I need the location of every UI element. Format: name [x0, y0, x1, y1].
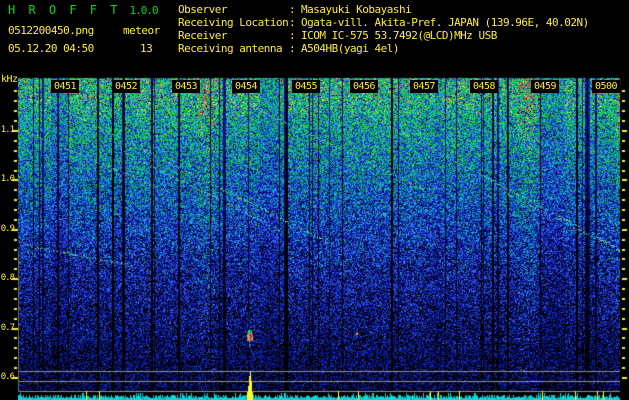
- time-label: 0451: [51, 80, 79, 93]
- freq-unit-label: kHz: [1, 74, 18, 85]
- meteor-count: 13: [140, 42, 153, 55]
- time-label: 0457: [410, 80, 438, 93]
- freq-label: 1.0: [0, 174, 15, 184]
- station-row: Observer: Masayuki Kobayashi: [178, 3, 589, 16]
- time-label: 0458: [470, 80, 498, 93]
- app-title: H R O F F T: [8, 3, 121, 17]
- output-filename: 0512200450.png: [8, 24, 94, 37]
- spectrogram-canvas: [0, 0, 629, 400]
- station-separator: :: [289, 29, 296, 42]
- station-label: Receiver: [178, 29, 227, 42]
- observation-mode: meteor: [123, 24, 160, 37]
- station-label: Receiving Location: [178, 16, 289, 29]
- station-info-block: Observer: Masayuki Kobayashi Receiving Loc…: [178, 3, 589, 55]
- time-label: 0459: [531, 80, 559, 93]
- station-value: A504HB(yagi 4el): [301, 42, 399, 55]
- freq-label: 1.1: [0, 125, 15, 135]
- station-value: Ogata-vill. Akita-Pref. JAPAN (139.96E, …: [301, 16, 589, 29]
- station-label: Receiving antenna: [178, 42, 283, 55]
- app-title-row: H R O F F T 1.0.0: [8, 3, 159, 17]
- freq-label: 0.7: [0, 323, 15, 333]
- station-separator: :: [289, 42, 296, 55]
- station-row: Receiving Location: Ogata-vill. Akita-Pre…: [178, 16, 589, 29]
- observation-datetime: 05.12.20 04:50: [8, 42, 94, 55]
- freq-label: 0.6: [0, 372, 15, 382]
- station-separator: :: [289, 16, 296, 29]
- time-label: 0454: [232, 80, 260, 93]
- station-value: Masayuki Kobayashi: [301, 3, 412, 16]
- station-row: Receiving antenna: A504HB(yagi 4el): [178, 42, 589, 55]
- time-label: 0455: [292, 80, 320, 93]
- time-label: 0456: [350, 80, 378, 93]
- app-version: 1.0.0: [129, 4, 158, 17]
- time-label: 0452: [112, 80, 140, 93]
- time-label: 0500: [592, 80, 620, 93]
- station-separator: :: [289, 3, 296, 16]
- freq-label: 0.8: [0, 273, 15, 283]
- station-row: Receiver: ICOM IC-575 53.7492(@LCD)MHz US…: [178, 29, 589, 42]
- station-value: ICOM IC-575 53.7492(@LCD)MHz USB: [301, 29, 497, 42]
- freq-label: 0.9: [0, 224, 15, 234]
- hrofft-screen: H R O F F T 1.0.0 0512200450.png meteor 0…: [0, 0, 629, 400]
- time-label: 0453: [172, 80, 200, 93]
- station-label: Observer: [178, 3, 227, 16]
